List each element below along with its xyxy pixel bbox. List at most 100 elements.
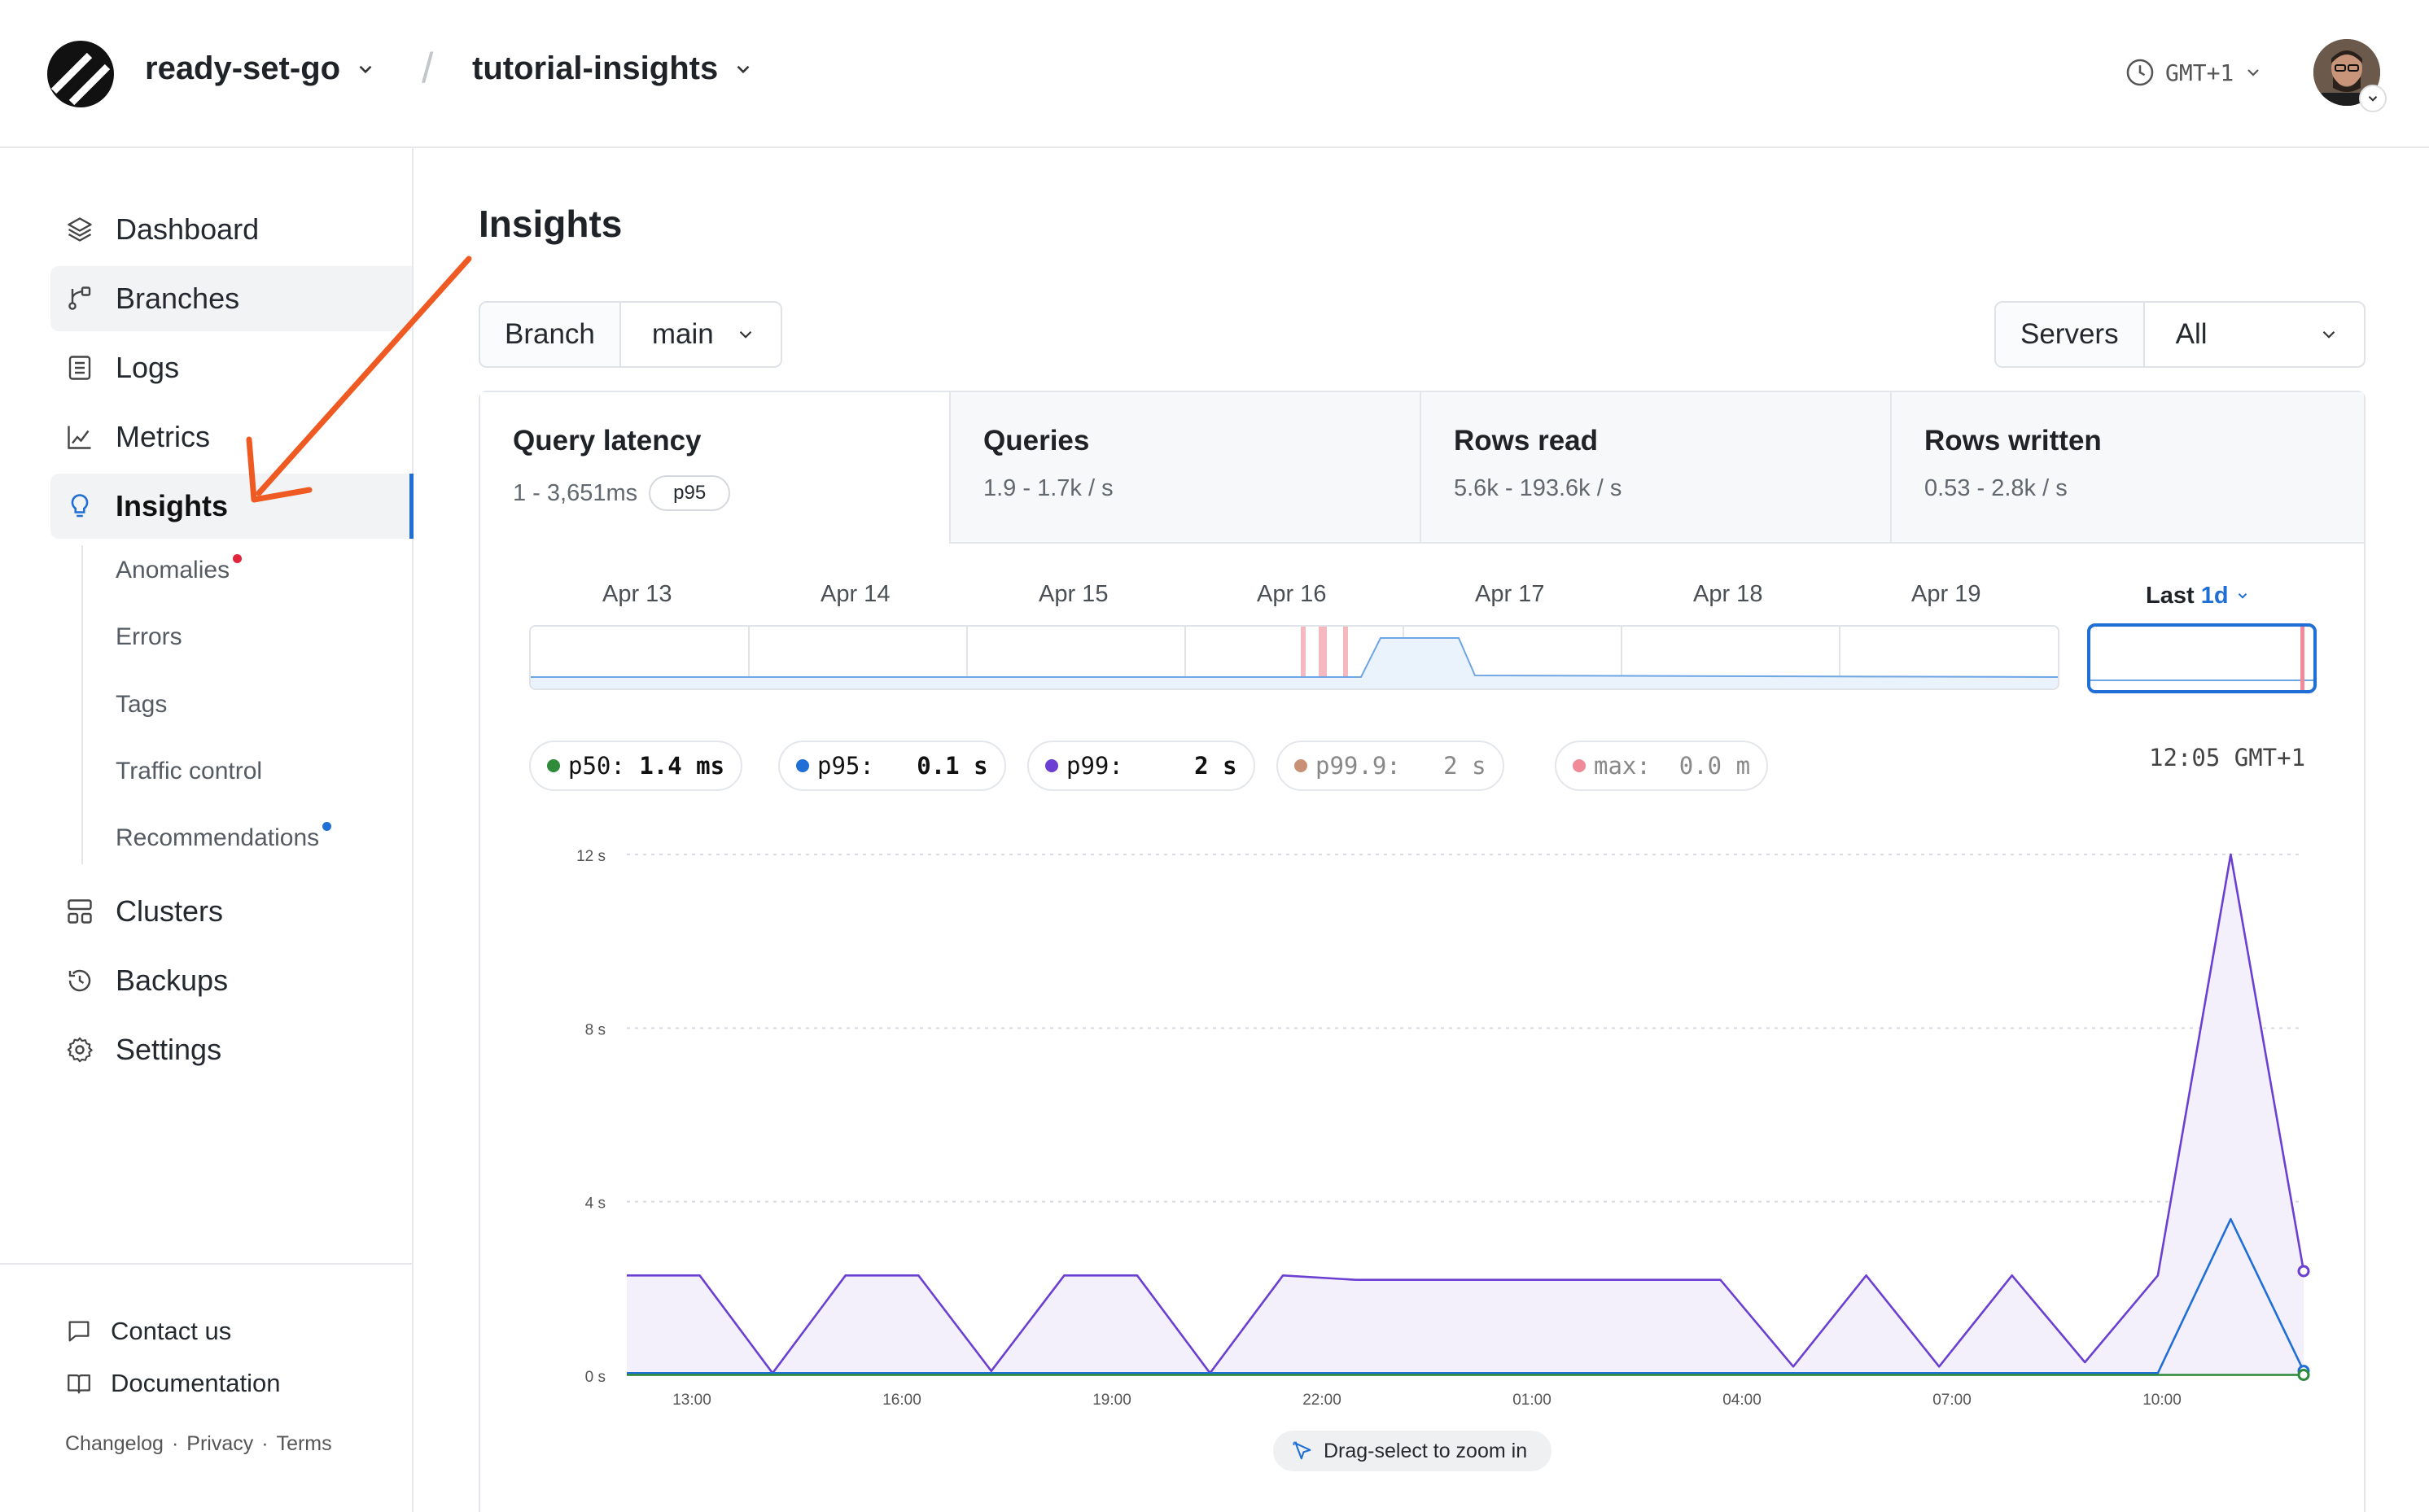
zoom-hint-label: Drag-select to zoom in	[1324, 1439, 1528, 1462]
tab-range: 0.53 - 2.8k / s	[1924, 475, 2068, 501]
legend-p99[interactable]: p99: 2 s	[1027, 741, 1255, 791]
sidebar-item-label: Backups	[116, 964, 229, 997]
sidebar-subitem-traffic-control[interactable]: Traffic control	[116, 758, 262, 785]
chevron-down-icon	[2247, 69, 2260, 76]
clusters-icon	[63, 895, 96, 928]
zoom-hint: Drag-select to zoom in	[1273, 1431, 1552, 1471]
sidebar-item-label: Dashboard	[116, 212, 260, 246]
p95-color-dot	[796, 759, 809, 772]
sidebar-item-logs[interactable]: Logs	[50, 335, 412, 400]
sidebar-subitem-tags[interactable]: Tags	[116, 691, 167, 719]
database-switcher[interactable]: tutorial-insights	[472, 50, 754, 87]
overview-sparkline	[531, 627, 2058, 688]
x-tick-label: 07:00	[1932, 1392, 1972, 1408]
legend-name: max:	[1594, 752, 1651, 780]
x-tick-label: 04:00	[1722, 1392, 1762, 1408]
avatar-menu-chevron-icon[interactable]	[2359, 85, 2387, 112]
percentile-pill[interactable]: p95	[649, 475, 731, 511]
sidebar-subitem-anomalies[interactable]: Anomalies	[116, 554, 243, 584]
sidebar-item-label: Branches	[116, 282, 240, 315]
sidebar-item-label: Metrics	[116, 420, 210, 453]
x-tick-label: 16:00	[882, 1392, 921, 1408]
subnav-guide-line	[81, 545, 83, 864]
legend-p50[interactable]: p50: 1.4 ms	[529, 741, 743, 791]
legend-max[interactable]: max: 0.0 m	[1555, 741, 1769, 791]
legend-name: p95:	[817, 752, 874, 780]
lightbulb-icon	[63, 490, 96, 522]
metrics-icon	[63, 421, 96, 453]
legal-links: Changelog · Privacy · Terms	[65, 1432, 332, 1456]
sidebar-item-metrics[interactable]: Metrics	[50, 404, 412, 470]
database-name: tutorial-insights	[472, 50, 719, 86]
tab-range: 1.9 - 1.7k / s	[983, 475, 1114, 501]
sidebar: Dashboard Branches Logs Metrics Insights…	[0, 148, 414, 1512]
servers-dropdown[interactable]: All	[2145, 303, 2364, 366]
terms-link[interactable]: Terms	[277, 1432, 332, 1456]
legend-value: 0.1 s	[917, 752, 988, 780]
overview-timeline[interactable]	[529, 625, 2059, 690]
sidebar-item-clusters[interactable]: Clusters	[50, 879, 412, 944]
sidebar-item-settings[interactable]: Settings	[50, 1017, 412, 1082]
sidebar-item-branches[interactable]: Branches	[50, 266, 412, 331]
tab-title: Rows written	[1924, 425, 2102, 457]
chevron-down-icon	[2238, 593, 2247, 599]
x-tick-label: 22:00	[1302, 1392, 1341, 1408]
legend-name: p99:	[1066, 752, 1123, 780]
range-selector[interactable]: Last 1d	[2146, 583, 2250, 610]
p99-end-point	[2297, 1265, 2310, 1278]
tab-subtitle: 1 - 3,651ms p95	[513, 475, 949, 511]
branch-selector: Branch main	[479, 301, 782, 368]
logs-icon	[63, 352, 96, 384]
legend-name: p99.9:	[1315, 752, 1401, 780]
legal-separator: ·	[171, 1432, 179, 1455]
servers-dropdown-value: All	[2175, 318, 2208, 350]
tab-rows-read[interactable]: Rows read 5.6k - 193.6k / s	[1421, 392, 1892, 544]
documentation-link[interactable]: Documentation	[65, 1369, 281, 1398]
privacy-link[interactable]: Privacy	[186, 1432, 253, 1456]
tab-range: 5.6k - 193.6k / s	[1454, 475, 1622, 501]
contact-us-link[interactable]: Contact us	[65, 1317, 231, 1346]
timezone-selector[interactable]: GMT+1	[2125, 57, 2263, 88]
branch-icon	[63, 282, 96, 315]
sidebar-item-insights[interactable]: Insights	[50, 474, 414, 539]
sidebar-item-dashboard[interactable]: Dashboard	[50, 197, 412, 262]
legend-p99-9[interactable]: p99.9: 2 s	[1276, 741, 1504, 791]
legend-value: 2 s	[1166, 752, 1237, 780]
y-tick-label: 4 s	[585, 1195, 606, 1213]
tab-queries[interactable]: Queries 1.9 - 1.7k / s	[951, 392, 1421, 544]
org-switcher[interactable]: ready-set-go	[145, 50, 376, 87]
x-tick-label: 13:00	[672, 1392, 711, 1408]
chat-icon	[68, 1321, 90, 1342]
x-tick-label: 01:00	[1512, 1392, 1551, 1408]
cursor-select-icon	[1293, 1441, 1311, 1460]
legal-separator: ·	[261, 1432, 269, 1455]
layers-icon	[63, 213, 96, 246]
changelog-link[interactable]: Changelog	[65, 1432, 164, 1456]
backup-icon	[63, 964, 96, 997]
timezone-label: GMT+1	[2165, 59, 2234, 86]
range-prefix: Last	[2146, 583, 2195, 609]
sidebar-subitem-recommendations[interactable]: Recommendations	[116, 822, 332, 852]
tab-title: Query latency	[513, 425, 702, 457]
current-time: 12:05 GMT+1	[2149, 744, 2306, 771]
latency-chart[interactable]: 0 s 4 s 8 s 12 s 13:00 16:00 19:00 22:00 01:00 04…	[554, 838, 2328, 1408]
tab-title: Queries	[983, 425, 1090, 457]
sidebar-item-backups[interactable]: Backups	[50, 948, 412, 1013]
legend-value: 2 s	[1415, 752, 1486, 780]
y-tick-label: 12 s	[576, 848, 606, 865]
chevron-down-icon	[359, 65, 372, 73]
overview-date: Apr 14	[821, 581, 891, 607]
range-value: 1d	[2200, 583, 2229, 609]
tab-query-latency[interactable]: Query latency 1 - 3,651ms p95	[480, 392, 951, 544]
overview-date: Apr 17	[1475, 581, 1545, 607]
chevron-down-icon	[2322, 330, 2335, 339]
legend-name: p50:	[568, 752, 625, 780]
range-selection-box[interactable]	[2087, 623, 2317, 693]
sidebar-item-label: Logs	[116, 351, 180, 384]
branch-dropdown[interactable]: main	[621, 303, 781, 366]
sidebar-subitem-errors[interactable]: Errors	[116, 623, 182, 651]
logo-icon[interactable]	[47, 41, 114, 107]
tab-rows-written[interactable]: Rows written 0.53 - 2.8k / s	[1892, 392, 2364, 544]
legend-p95[interactable]: p95: 0.1 s	[778, 741, 1006, 791]
y-tick-label: 8 s	[585, 1021, 606, 1038]
